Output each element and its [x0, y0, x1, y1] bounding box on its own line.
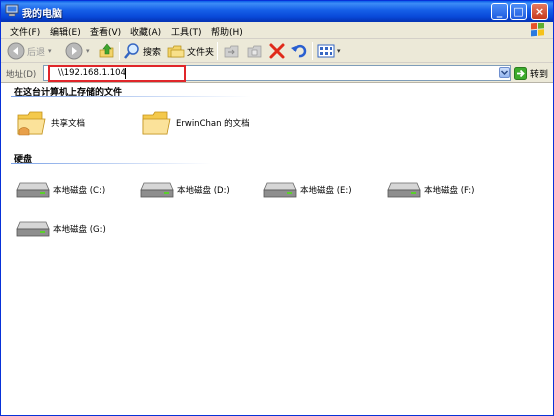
folders-icon — [167, 45, 185, 58]
minimize-button[interactable]: _ — [491, 3, 508, 20]
close-button[interactable]: × — [531, 3, 548, 20]
dropdown-arrow-icon: ▾ — [337, 47, 341, 55]
go-label: 转到 — [530, 70, 549, 80]
folder-label: ErwinChan 的文档 — [176, 119, 250, 129]
search-icon — [124, 43, 139, 59]
folder-label: 共享文档 — [51, 119, 86, 129]
folder-shared-documents[interactable]: 共享文档 — [16, 108, 85, 138]
maximize-button[interactable]: □ — [510, 3, 527, 20]
hard-drive-icon — [387, 182, 421, 198]
hard-drive-icon — [16, 182, 50, 198]
menu-tools[interactable]: 工具(T) — [171, 25, 202, 38]
forward-button[interactable]: ▾ — [65, 41, 90, 61]
explorer-window: 我的电脑 _ □ × 文件(F) 编辑(E) 查看(V) 收藏(A) 工具(T)… — [0, 0, 554, 416]
file-view: 在这台计算机上存储的文件 共享文档 ErwinChan 的文档 硬盘 本地磁盘 … — [1, 83, 553, 415]
drive-label: 本地磁盘 (C:) — [53, 186, 106, 196]
views-icon — [317, 44, 335, 58]
hard-drive-icon — [16, 221, 50, 237]
go-arrow-icon — [514, 67, 527, 80]
up-folder-icon — [99, 43, 114, 58]
views-button[interactable]: ▾ — [317, 41, 341, 61]
menu-favorites[interactable]: 收藏(A) — [130, 25, 161, 38]
folders-label: 文件夹 — [187, 47, 215, 58]
undo-icon — [291, 44, 307, 58]
dropdown-arrow-icon: ▾ — [86, 47, 90, 55]
window-title: 我的电脑 — [22, 9, 62, 20]
drive-label: 本地磁盘 (D:) — [177, 186, 230, 196]
copy-to-button[interactable] — [246, 41, 264, 61]
hard-drive-icon — [140, 182, 174, 198]
shared-folder-icon — [17, 111, 46, 136]
menu-view[interactable]: 查看(V) — [90, 25, 121, 38]
forward-arrow-icon — [65, 42, 83, 60]
back-button[interactable]: 后退 ▾ — [7, 41, 52, 61]
windows-logo-icon — [524, 23, 550, 38]
drive-d[interactable]: 本地磁盘 (D:) — [140, 180, 230, 200]
back-arrow-icon — [7, 42, 25, 60]
address-label: 地址(D) — [6, 70, 37, 80]
menu-help[interactable]: 帮助(H) — [211, 25, 243, 38]
toolbar: 后退 ▾ ▾ 搜索 文件夹 ▾ — [1, 39, 553, 63]
up-folder-button[interactable] — [98, 41, 116, 61]
drive-e[interactable]: 本地磁盘 (E:) — [263, 180, 352, 200]
address-dropdown-button[interactable] — [499, 67, 510, 78]
back-label: 后退 — [27, 47, 46, 58]
drive-label: 本地磁盘 (F:) — [424, 186, 475, 196]
go-button[interactable]: 转到 — [514, 66, 548, 81]
delete-x-icon — [269, 43, 285, 59]
delete-button[interactable] — [268, 41, 286, 61]
folder-user-documents[interactable]: ErwinChan 的文档 — [141, 108, 250, 138]
chevron-down-icon — [500, 70, 509, 76]
folder-icon — [142, 111, 171, 135]
dropdown-arrow-icon: ▾ — [48, 47, 52, 55]
undo-button[interactable] — [290, 41, 308, 61]
drive-g[interactable]: 本地磁盘 (G:) — [16, 219, 106, 239]
move-to-button[interactable] — [223, 41, 241, 61]
copy-to-icon — [247, 45, 262, 58]
my-computer-icon — [5, 4, 19, 17]
hard-drive-icon — [263, 182, 297, 198]
menu-edit[interactable]: 编辑(E) — [50, 25, 81, 38]
folders-button[interactable]: 文件夹 — [167, 41, 214, 61]
drive-label: 本地磁盘 (G:) — [53, 225, 106, 235]
move-to-icon — [224, 45, 239, 58]
title-bar[interactable]: 我的电脑 _ □ × — [1, 1, 553, 22]
drive-label: 本地磁盘 (E:) — [300, 186, 352, 196]
search-label: 搜索 — [143, 47, 162, 58]
search-button[interactable]: 搜索 — [123, 41, 161, 61]
address-highlight-box — [48, 65, 186, 82]
drive-c[interactable]: 本地磁盘 (C:) — [16, 180, 105, 200]
drive-f[interactable]: 本地磁盘 (F:) — [387, 180, 474, 200]
menu-bar: 文件(F) 编辑(E) 查看(V) 收藏(A) 工具(T) 帮助(H) — [1, 22, 553, 39]
menu-file[interactable]: 文件(F) — [10, 25, 40, 38]
